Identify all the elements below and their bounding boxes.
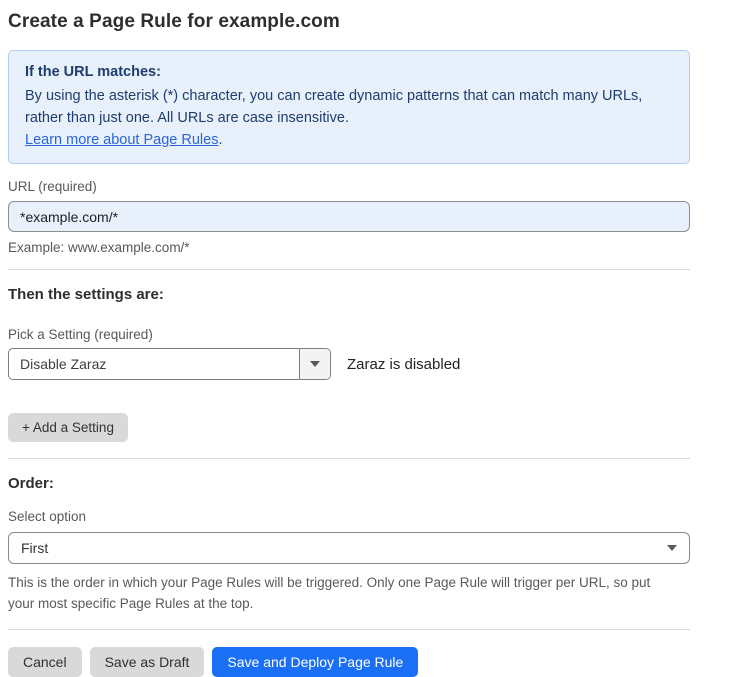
caret-down-icon <box>667 545 677 551</box>
setting-dropdown-value: Disable Zaraz <box>9 349 299 379</box>
save-as-draft-button[interactable]: Save as Draft <box>90 647 205 677</box>
page-title: Create a Page Rule for example.com <box>8 11 690 33</box>
info-box-heading: If the URL matches: <box>25 61 673 83</box>
setting-status-text: Zaraz is disabled <box>347 356 460 373</box>
settings-section-heading: Then the settings are: <box>8 286 690 303</box>
link-period: . <box>218 132 222 148</box>
page-rule-form: Create a Page Rule for example.com If th… <box>8 0 690 677</box>
url-field-label: URL (required) <box>8 179 690 194</box>
order-description: This is the order in which your Page Rul… <box>8 572 678 614</box>
cancel-button[interactable]: Cancel <box>8 647 82 677</box>
order-select-label: Select option <box>8 509 690 524</box>
order-select[interactable]: First <box>8 532 690 564</box>
url-match-info-box: If the URL matches: By using the asteris… <box>8 50 690 164</box>
add-setting-button[interactable]: + Add a Setting <box>8 413 128 442</box>
setting-picker-label: Pick a Setting (required) <box>8 327 690 342</box>
divider <box>8 458 690 459</box>
divider <box>8 269 690 270</box>
form-actions: Cancel Save as Draft Save and Deploy Pag… <box>8 647 690 677</box>
caret-down-icon <box>310 361 320 367</box>
save-and-deploy-button[interactable]: Save and Deploy Page Rule <box>212 647 418 677</box>
learn-more-link[interactable]: Learn more about Page Rules <box>25 132 218 148</box>
url-input[interactable] <box>8 201 690 232</box>
info-box-link-line: Learn more about Page Rules. <box>25 129 673 151</box>
setting-dropdown[interactable]: Disable Zaraz <box>8 348 331 380</box>
info-box-body: By using the asterisk (*) character, you… <box>25 85 673 129</box>
setting-picker-row: Disable Zaraz Zaraz is disabled <box>8 348 690 380</box>
setting-dropdown-arrow-button[interactable] <box>299 349 330 379</box>
order-section-heading: Order: <box>8 475 690 492</box>
divider <box>8 629 690 630</box>
url-example-text: Example: www.example.com/* <box>8 240 690 255</box>
order-select-value: First <box>21 540 48 556</box>
